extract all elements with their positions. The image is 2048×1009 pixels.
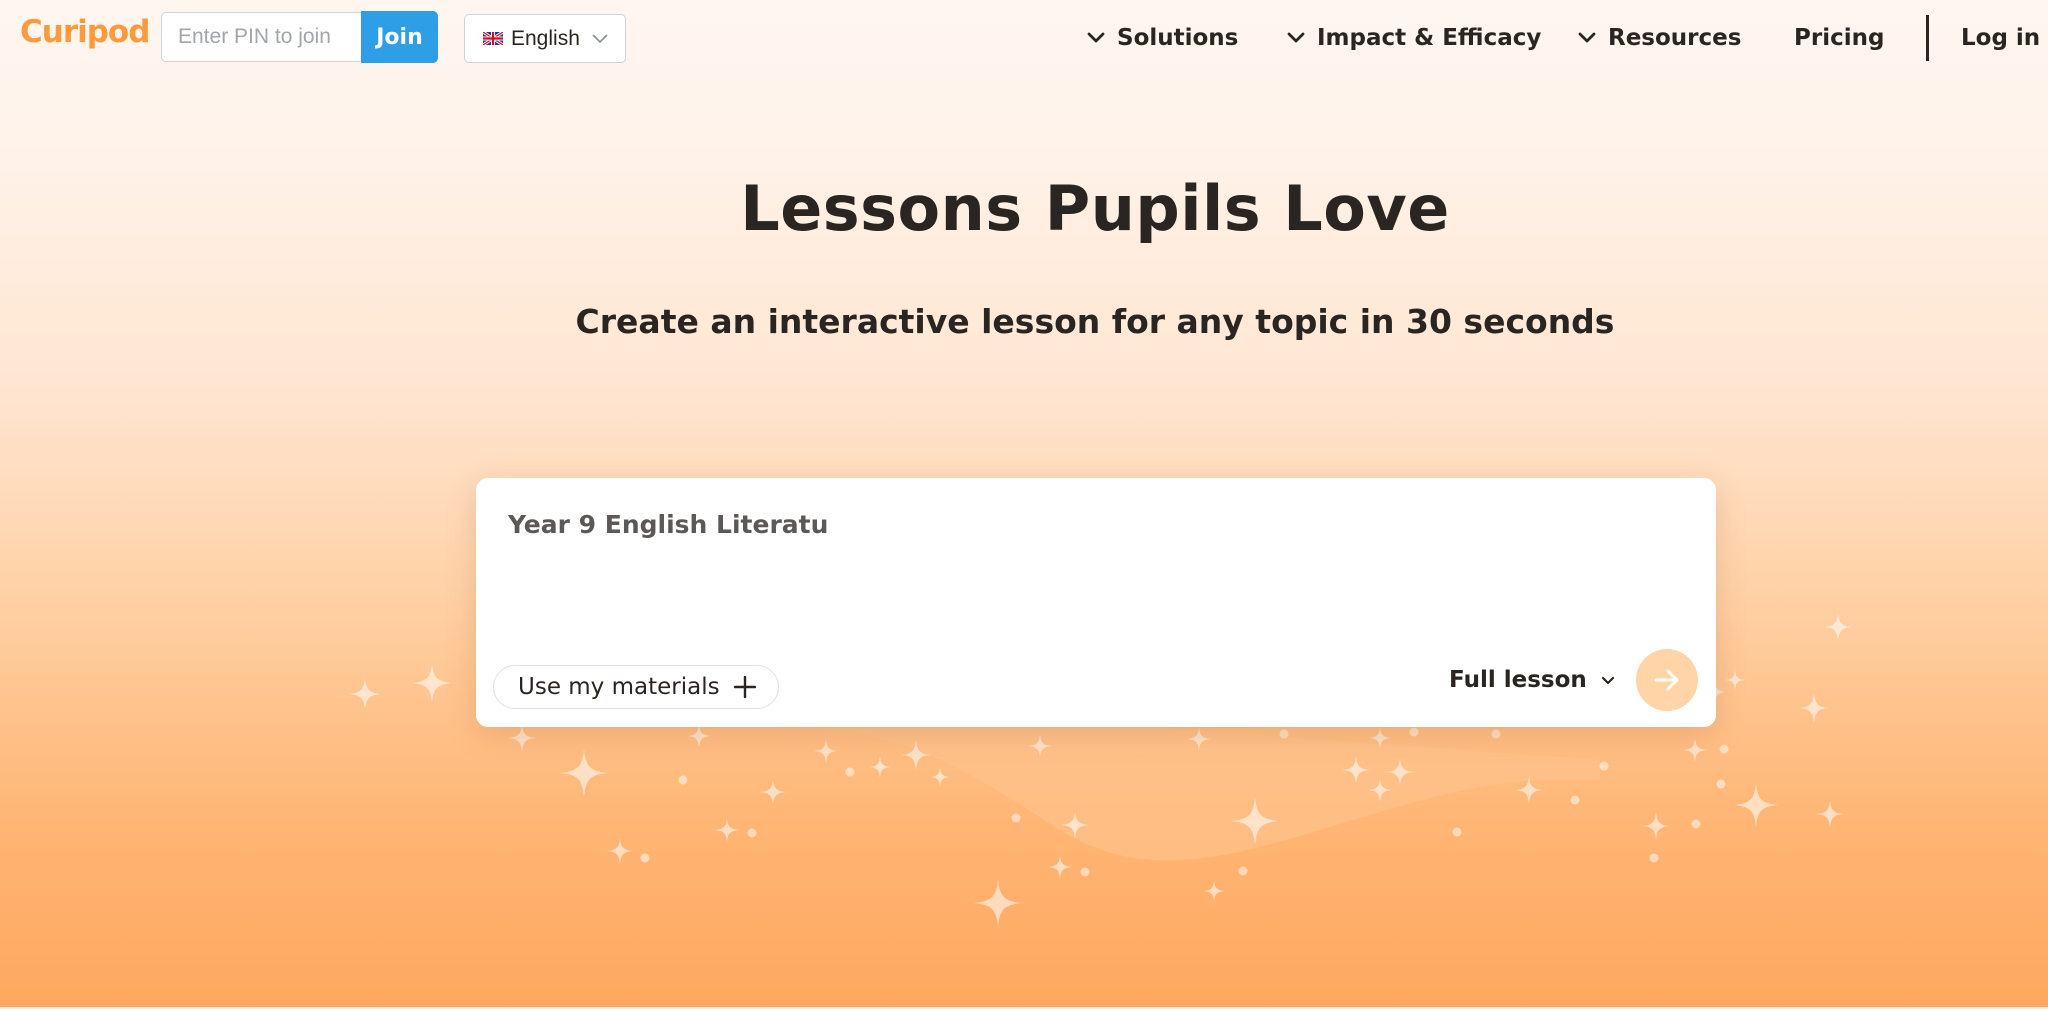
pin-input[interactable]	[161, 12, 361, 62]
chevron-down-icon	[1578, 32, 1596, 43]
uk-flag-icon	[483, 32, 503, 45]
chevron-down-icon	[1287, 32, 1305, 43]
page: Curipod Join English Solutions Impa	[0, 0, 2048, 1009]
lesson-topic-input[interactable]	[508, 510, 1658, 539]
nav-pricing[interactable]: Pricing	[1794, 20, 1884, 56]
use-materials-label: Use my materials	[518, 674, 720, 700]
hero-subtitle: Create an interactive lesson for any top…	[575, 302, 1615, 341]
nav-pricing-label: Pricing	[1794, 25, 1885, 51]
nav-resources[interactable]: Resources	[1578, 20, 1741, 56]
nav-impact-efficacy-label: Impact & Efficacy	[1317, 25, 1542, 51]
use-materials-button[interactable]: Use my materials	[493, 665, 779, 709]
nav-resources-label: Resources	[1608, 25, 1742, 51]
lesson-prompt-card: Use my materials Full lesson	[476, 478, 1716, 727]
login-link[interactable]: Log in	[1961, 20, 2040, 56]
plus-icon	[733, 676, 756, 698]
lesson-type-select[interactable]: Full lesson	[1449, 660, 1615, 700]
nav-solutions-label: Solutions	[1117, 25, 1239, 51]
lesson-type-label: Full lesson	[1449, 667, 1587, 693]
chevron-down-icon	[1087, 32, 1105, 43]
language-label: English	[511, 26, 580, 50]
login-label: Log in	[1961, 25, 2041, 51]
generate-lesson-button[interactable]	[1636, 649, 1698, 711]
curipod-logo[interactable]: Curipod	[20, 14, 150, 50]
chevron-down-icon	[1601, 676, 1614, 684]
arrow-right-icon	[1654, 669, 1679, 691]
hero-title: Lessons Pupils Love	[740, 172, 1450, 245]
top-navigation: Curipod Join English Solutions Impa	[0, 0, 2048, 78]
chevron-down-icon	[592, 33, 608, 44]
join-pin-form: Join	[161, 11, 438, 64]
nav-impact-efficacy[interactable]: Impact & Efficacy	[1287, 20, 1541, 56]
join-button[interactable]: Join	[361, 11, 438, 63]
language-select[interactable]: English	[464, 14, 626, 63]
nav-divider	[1926, 15, 1929, 61]
nav-solutions[interactable]: Solutions	[1087, 20, 1238, 56]
